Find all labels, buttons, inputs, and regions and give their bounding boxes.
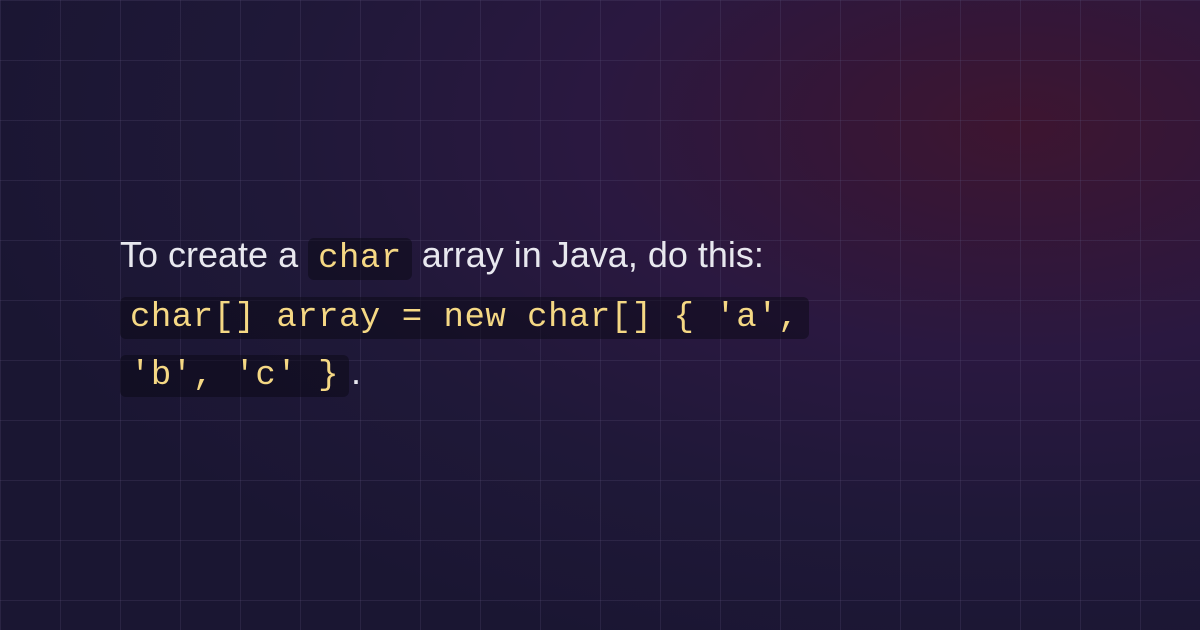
period: . [351,351,361,392]
instruction-text: To create a char array in Java, do this:… [120,227,1080,403]
code-example-line2: 'b', 'c' } [120,355,349,397]
intro-text-part1: To create a [120,234,308,275]
intro-text-part2: array in Java, do this: [412,234,764,275]
content-container: To create a char array in Java, do this:… [0,0,1200,630]
code-example-line1: char[] array = new char[] { 'a', [120,297,809,339]
inline-code-char: char [308,238,412,280]
